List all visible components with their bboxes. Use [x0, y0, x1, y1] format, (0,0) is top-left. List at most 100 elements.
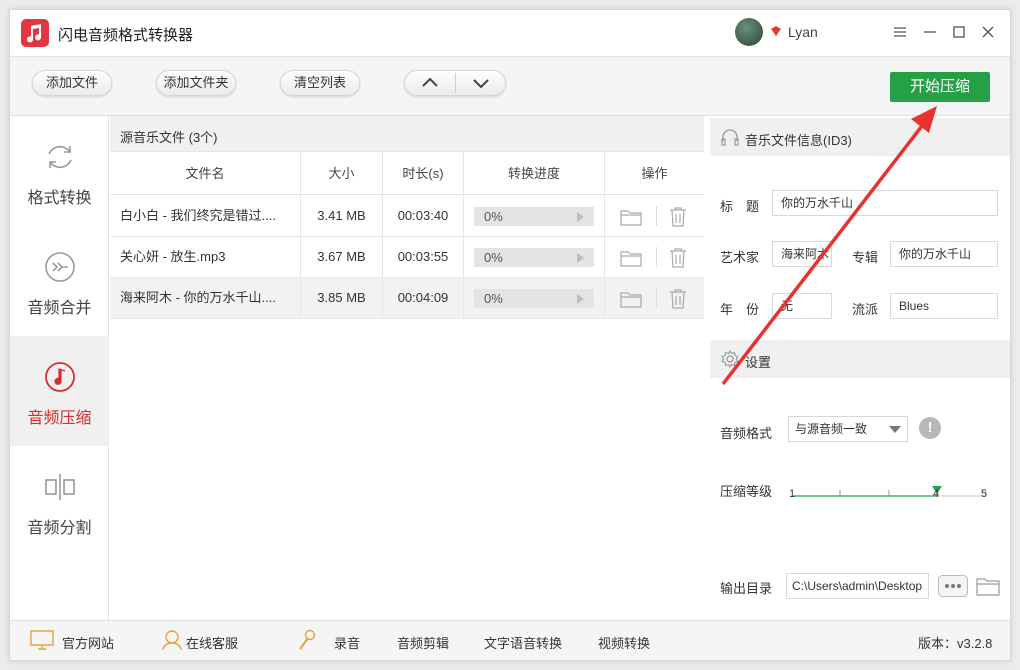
format-select[interactable]: 与源音频一致 — [788, 416, 908, 442]
sidebar-item-audio-merge[interactable]: 音频合并 — [10, 226, 109, 336]
menu-icon[interactable] — [891, 23, 909, 41]
video-convert-link[interactable]: 视频转换 — [598, 633, 650, 652]
gear-icon — [721, 349, 739, 369]
year-label: 年 份 — [720, 302, 760, 317]
divider — [656, 206, 657, 226]
refresh-icon — [48, 145, 72, 169]
year-field[interactable]: 无 — [772, 293, 832, 319]
trash-icon[interactable] — [668, 247, 688, 268]
title-label: 标 题 — [720, 199, 760, 214]
play-icon — [577, 212, 584, 222]
app-logo-icon — [21, 19, 49, 47]
level-min-label: 1 — [789, 488, 796, 500]
move-down-icon[interactable] — [456, 71, 506, 95]
column-header-size: 大小 — [301, 152, 383, 195]
title-field[interactable]: 你的万水千山 — [772, 190, 998, 216]
file-count-label: 源音乐文件 (3个) — [120, 130, 218, 145]
compression-slider[interactable] — [792, 486, 986, 516]
close-icon[interactable] — [979, 23, 997, 41]
add-folder-button[interactable]: 添加文件夹 — [156, 70, 236, 96]
file-name: 白小白 - 我们终究是错过.... — [110, 196, 301, 236]
artist-field[interactable]: 海来阿木 — [772, 241, 832, 267]
level-label: 压缩等级 — [720, 484, 773, 499]
column-header-progress: 转换进度 — [464, 152, 605, 195]
progress-bar: 0% — [474, 289, 594, 308]
support-link[interactable]: 在线客服 — [186, 633, 238, 652]
genre-field[interactable]: Blues — [890, 293, 998, 319]
sidebar-item-label: 音频分割 — [27, 520, 92, 537]
username[interactable]: Lyan — [788, 24, 818, 40]
sidebar-item-label: 音频合并 — [27, 300, 92, 317]
file-size: 3.41 MB — [301, 196, 383, 236]
headphones-icon — [721, 129, 739, 146]
sidebar-item-format-convert[interactable]: 格式转换 — [10, 116, 109, 226]
app-window: 闪电音频格式转换器 Lyan 添加文件 添加文件夹 清空列表 开始压缩 格式转换… — [9, 9, 1011, 661]
sidebar-item-audio-compress[interactable]: 音频压缩 — [10, 336, 109, 446]
file-name: 关心妍 - 放生.mp3 — [110, 237, 301, 277]
divider — [656, 247, 657, 267]
level-max-label: 5 — [981, 488, 988, 500]
move-up-icon[interactable] — [405, 71, 455, 95]
level-value-label: 4 — [933, 488, 940, 500]
add-file-button[interactable]: 添加文件 — [32, 70, 112, 96]
more-icon[interactable] — [938, 575, 968, 597]
column-header-duration: 时长(s) — [383, 152, 464, 195]
play-icon — [577, 294, 584, 304]
start-compress-button[interactable]: 开始压缩 — [890, 72, 990, 102]
progress-bar: 0% — [474, 248, 594, 267]
sidebar-item-label: 格式转换 — [27, 190, 92, 207]
column-header-actions: 操作 — [605, 152, 704, 195]
file-list: 源音乐文件 (3个) 文件名 大小 时长(s) 转换进度 操作 白小白 - 我们… — [110, 116, 704, 620]
play-icon — [577, 253, 584, 263]
audio-edit-link[interactable]: 音频剪辑 — [397, 633, 449, 652]
folder-icon[interactable] — [620, 208, 642, 226]
move-buttons — [404, 70, 506, 96]
tts-link[interactable]: 文字语音转换 — [484, 633, 562, 652]
support-icon — [162, 630, 182, 651]
file-duration: 00:03:40 — [383, 196, 464, 236]
maximize-icon[interactable] — [950, 23, 968, 41]
microphone-icon — [299, 629, 316, 650]
website-link[interactable]: 官方网站 — [62, 633, 114, 652]
folder-icon[interactable] — [620, 290, 642, 308]
genre-label: 流派 — [852, 302, 879, 317]
trash-icon[interactable] — [668, 288, 688, 309]
minimize-icon[interactable] — [921, 23, 939, 41]
right-panel: 音乐文件信息(ID3) 标 题 你的万水千山 艺术家 海来阿木 专辑 你的万水千… — [710, 116, 1010, 620]
progress-percent: 0% — [484, 209, 503, 224]
album-field[interactable]: 你的万水千山 — [890, 241, 998, 267]
folder-icon[interactable] — [620, 249, 642, 267]
merge-icon — [45, 252, 75, 282]
table-row[interactable]: 海来阿木 - 你的万水千山.... 3.85 MB 00:04:09 0% — [110, 278, 704, 319]
progress-percent: 0% — [484, 250, 503, 265]
record-link[interactable]: 录音 — [334, 633, 360, 652]
settings-header: 设置 — [710, 340, 1010, 378]
info-icon[interactable]: ! — [919, 417, 941, 439]
file-duration: 00:04:09 — [383, 278, 464, 318]
column-header-name: 文件名 — [110, 152, 301, 195]
file-size: 3.85 MB — [301, 278, 383, 318]
sidebar: 格式转换 音频合并 音频压缩 音频分割 — [10, 116, 109, 620]
table-row[interactable]: 白小白 - 我们终究是错过.... 3.41 MB 00:03:40 0% — [110, 196, 704, 237]
album-label: 专辑 — [852, 250, 879, 265]
output-label: 输出目录 — [720, 581, 773, 596]
id3-header: 音乐文件信息(ID3) — [710, 118, 1010, 156]
clear-list-button[interactable]: 清空列表 — [280, 70, 360, 96]
file-name: 海来阿木 - 你的万水千山.... — [110, 278, 301, 318]
output-path-field[interactable]: C:\Users\admin\Desktop — [786, 573, 929, 599]
sidebar-item-audio-split[interactable]: 音频分割 — [10, 446, 109, 556]
trash-icon[interactable] — [668, 206, 688, 227]
chevron-down-icon — [889, 426, 901, 433]
toolbar: 添加文件 添加文件夹 清空列表 开始压缩 — [10, 56, 1010, 116]
file-list-header: 源音乐文件 (3个) — [110, 116, 704, 152]
sidebar-item-label: 音频压缩 — [27, 410, 92, 427]
artist-label: 艺术家 — [720, 250, 760, 265]
bottom-bar: 官方网站 在线客服 录音 音频剪辑 文字语音转换 视频转换 版本：v3.2.8 — [10, 620, 1010, 660]
avatar[interactable] — [735, 18, 763, 46]
settings-header-label: 设置 — [745, 355, 772, 370]
open-folder-icon[interactable] — [976, 576, 1000, 596]
progress-percent: 0% — [484, 291, 503, 306]
file-duration: 00:03:55 — [383, 237, 464, 277]
music-note-icon — [45, 362, 75, 392]
table-row[interactable]: 关心妍 - 放生.mp3 3.67 MB 00:03:55 0% — [110, 237, 704, 278]
